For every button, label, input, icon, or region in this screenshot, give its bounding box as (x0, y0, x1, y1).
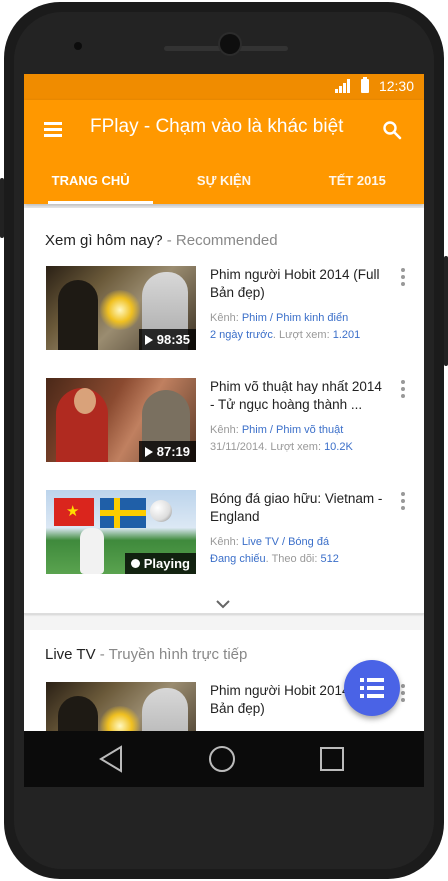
section-heading: Live TV (45, 646, 96, 663)
video-thumbnail[interactable]: 98:35 (46, 266, 196, 350)
video-thumbnail[interactable]: 87:19 (46, 378, 196, 462)
duration-text: 87:19 (156, 444, 190, 459)
tab-su-kien[interactable]: SỰ KIỆN (157, 158, 290, 204)
recents-icon[interactable] (314, 741, 350, 777)
app-bar: FPlay - Chạm vào là khác biệt TRANG CHỦ … (24, 100, 424, 204)
system-nav-bar (24, 731, 424, 787)
front-camera (220, 34, 240, 54)
video-item[interactable]: ★ Playing Bóng đá giao hữu: Vietnam - En… (24, 490, 424, 580)
live-status: Đang chiếu (210, 553, 266, 565)
more-vert-icon[interactable] (400, 492, 406, 514)
proximity-sensor (74, 42, 82, 50)
channel-prefix: Kênh: (210, 424, 242, 436)
video-channel: Kênh: Live TV / Bóng đá (210, 534, 386, 551)
play-icon (144, 446, 153, 457)
section-divider (24, 613, 424, 614)
signal-icon (334, 79, 351, 93)
view-count: 10.2K (324, 441, 353, 453)
video-channel: Kênh: Phim / Phim kinh điển (210, 310, 386, 327)
power-button (0, 178, 4, 238)
home-icon[interactable] (204, 741, 240, 777)
back-icon[interactable] (94, 741, 130, 777)
section-subheading: - Recommended (162, 232, 278, 249)
video-date: 31/11/2014 (210, 441, 265, 453)
chevron-down-icon[interactable] (214, 598, 232, 610)
live-dot-icon (130, 559, 140, 568)
channel-prefix: Kênh: (210, 312, 242, 324)
channel-link[interactable]: Phim / Phim kinh điển (242, 312, 348, 324)
tab-bar: TRANG CHỦ SỰ KIỆN TẾT 2015 (24, 158, 424, 204)
video-title[interactable]: Phim người Hobit 2014 (Full Bản đẹp) (210, 266, 386, 302)
section-heading: Xem gì hôm nay? (45, 232, 163, 249)
football-icon (150, 500, 172, 522)
channel-link[interactable]: Live TV / Bóng đá (242, 536, 329, 548)
vietnam-flag-icon: ★ (54, 498, 94, 526)
app-title: FPlay - Chạm vào là khác biệt (90, 116, 344, 137)
search-icon[interactable] (382, 120, 402, 140)
list-icon (360, 678, 384, 698)
tab-tet-2015[interactable]: TẾT 2015 (291, 158, 424, 204)
menu-icon[interactable] (44, 122, 66, 140)
video-item[interactable]: 98:35 Phim người Hobit 2014 (Full Bản đẹ… (24, 266, 424, 356)
section-title-livetv: Live TV - Truyền hình trực tiếp (45, 646, 247, 663)
channel-link[interactable]: Phim / Phim võ thuật (242, 424, 344, 436)
battery-icon (360, 77, 369, 93)
more-vert-icon[interactable] (400, 684, 406, 706)
tab-trang-chu[interactable]: TRANG CHỦ (24, 158, 157, 204)
video-thumbnail[interactable] (46, 682, 196, 731)
play-icon (144, 334, 153, 345)
duration-text: 98:35 (156, 332, 190, 347)
duration-badge: 87:19 (138, 441, 196, 462)
channel-prefix: Kênh: (210, 536, 242, 548)
more-vert-icon[interactable] (400, 268, 406, 290)
view-count: 1.201 (332, 329, 361, 341)
sweden-flag-icon (100, 498, 146, 528)
video-date: 2 ngày trước (210, 329, 273, 341)
video-stats: 2 ngày trước. Lượt xem: 1.201 (210, 327, 386, 344)
stats-label: . Theo dõi: (265, 553, 321, 565)
video-thumbnail[interactable]: ★ Playing (46, 490, 196, 574)
status-bar: 12:30 (24, 74, 424, 100)
playing-badge: Playing (124, 553, 196, 574)
app-screen: 12:30 FPlay - Chạm vào là khác biệt TRAN… (24, 74, 424, 731)
duration-badge: 98:35 (138, 329, 196, 350)
video-title[interactable]: Phim võ thuật hay nhất 2014 - Tử ngục ho… (210, 378, 386, 414)
recommended-card: Xem gì hôm nay? - Recommended 98:35 Phim… (24, 208, 424, 614)
video-stats: 31/11/2014. Lượt xem: 10.2K (210, 439, 386, 456)
list-view-button[interactable] (344, 660, 400, 716)
section-subheading: - Truyền hình trực tiếp (95, 646, 248, 663)
stats-label: . Lượt xem: (272, 329, 333, 341)
section-title-recommended: Xem gì hôm nay? - Recommended (45, 232, 278, 249)
video-channel: Kênh: Phim / Phim võ thuật (210, 422, 386, 439)
status-time: 12:30 (378, 78, 414, 94)
stats-label: . Lượt xem: (264, 441, 325, 453)
playing-text: Playing (143, 556, 190, 571)
video-title[interactable]: Bóng đá giao hữu: Vietnam - England (210, 490, 386, 526)
more-vert-icon[interactable] (400, 380, 406, 402)
video-item[interactable]: 87:19 Phim võ thuật hay nhất 2014 - Tử n… (24, 378, 424, 468)
follower-count: 512 (320, 553, 339, 565)
volume-button (444, 256, 448, 366)
video-stats: Đang chiếu. Theo dõi: 512 (210, 551, 386, 568)
